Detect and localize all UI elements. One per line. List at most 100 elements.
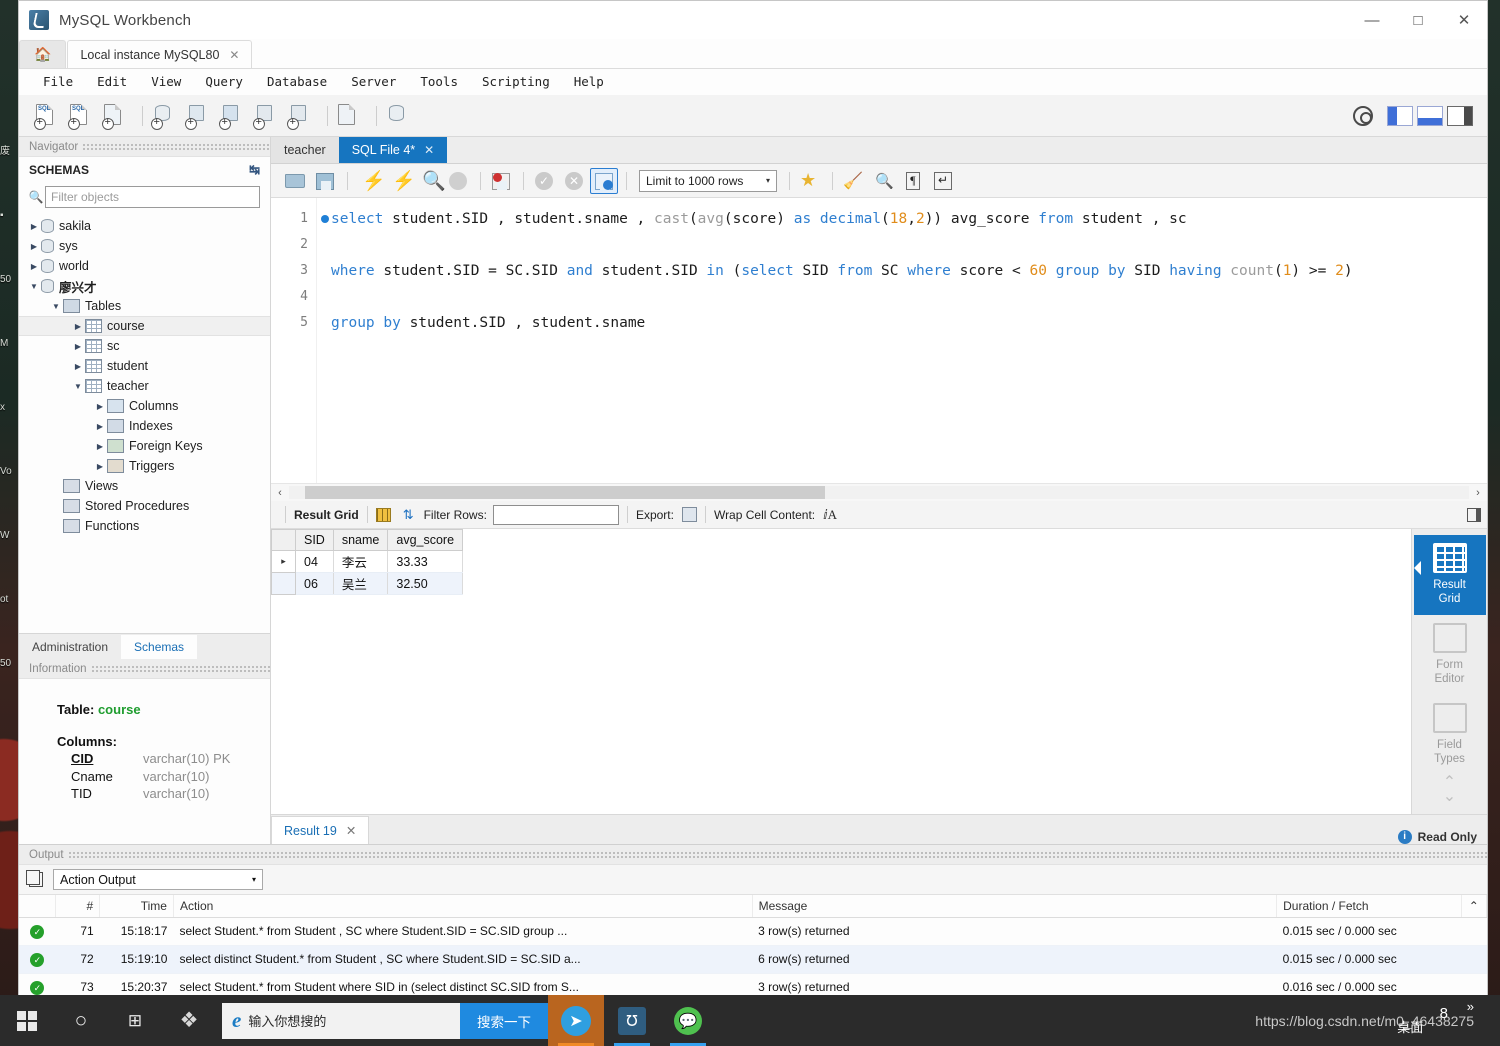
tree-item-world[interactable]: ▶ world xyxy=(19,256,270,276)
search-input[interactable]: e 输入你想搜的 xyxy=(222,1002,460,1039)
tree-item-teacher[interactable]: ▼ teacher xyxy=(19,376,270,396)
connection-tab-local-instance[interactable]: Local instance MySQL80 ✕ xyxy=(67,40,253,68)
mysql-workbench-icon[interactable]: ℧ xyxy=(604,995,660,1046)
execute-icon[interactable]: ⚡ xyxy=(354,168,386,194)
export-recordset-icon[interactable] xyxy=(681,507,697,522)
scrollbar-track[interactable] xyxy=(289,486,1469,499)
tree-item-stored-procedures[interactable]: Stored Procedures xyxy=(19,496,270,516)
close-icon[interactable]: ✕ xyxy=(229,48,239,62)
chevron-right-icon[interactable]: ▶ xyxy=(93,462,107,471)
output-column-header[interactable]: # xyxy=(55,895,101,918)
telegram-bird-icon[interactable]: ➤ xyxy=(548,995,604,1046)
filter-objects-input[interactable] xyxy=(45,186,260,208)
rail-item-result-grid[interactable]: Result Grid xyxy=(1413,535,1486,615)
result-tab-19[interactable]: Result 19 ✕ xyxy=(271,816,370,844)
search-button[interactable]: 搜索一下 xyxy=(460,1002,548,1039)
chevron-right-icon[interactable]: ▶ xyxy=(27,222,41,231)
toggle-panel-icon[interactable] xyxy=(1467,507,1481,522)
menu-tools[interactable]: Tools xyxy=(408,71,470,93)
scroll-left-icon[interactable]: ‹ xyxy=(271,487,289,499)
chevron-down-icon[interactable]: ▼ xyxy=(27,282,41,291)
chevron-down-icon[interactable]: ▼ xyxy=(49,302,63,311)
column-header-SID[interactable]: SID xyxy=(295,529,334,551)
reconnect-server-icon[interactable] xyxy=(384,102,414,130)
chevron-right-icon[interactable]: ▶ xyxy=(71,342,85,351)
find-icon[interactable]: 🔍 xyxy=(869,168,897,194)
tree-item-triggers[interactable]: ▶ Triggers xyxy=(19,456,270,476)
menu-query[interactable]: Query xyxy=(193,71,255,93)
tree-item-sys[interactable]: ▶ sys xyxy=(19,236,270,256)
tree-item-student[interactable]: ▶ student xyxy=(19,356,270,376)
table-row[interactable]: 06 吴兰 32.50 xyxy=(271,572,464,595)
table-row[interactable]: ▸ 04 李云 33.33 xyxy=(271,550,464,573)
chevron-down-icon[interactable]: ⌄ xyxy=(1443,789,1456,805)
new-schema-icon[interactable] xyxy=(150,102,180,130)
pinwheel-icon[interactable]: ❖ xyxy=(162,995,216,1046)
column-header-avg_score[interactable]: avg_score xyxy=(387,529,464,551)
filter-rows-input[interactable] xyxy=(492,504,619,525)
explain-icon[interactable]: 🔍 xyxy=(414,168,446,194)
result-grid[interactable]: SID sname avg_score ▸ 04 李云 33.33 06 吴兰 32.50 xyxy=(271,529,1411,814)
tree-item-foreign-keys[interactable]: ▶ Foreign Keys xyxy=(19,436,270,456)
beautify-icon[interactable]: 🧹 xyxy=(839,168,867,194)
desktop-label[interactable]: 桌面 xyxy=(1397,1017,1423,1036)
cell-sname[interactable]: 吴兰 xyxy=(332,572,389,595)
cell-avg_score[interactable]: 32.50 xyxy=(387,572,464,595)
close-icon[interactable]: ✕ xyxy=(424,143,434,157)
toggle-autocommit-icon[interactable] xyxy=(590,167,618,194)
execute-current-statement-icon[interactable]: ⚡ xyxy=(384,168,416,194)
chevron-right-icon[interactable]: ▶ xyxy=(71,322,85,331)
output-view-select[interactable]: Action Output ▾ xyxy=(53,869,263,890)
tree-item-course[interactable]: ▶ course xyxy=(19,316,270,336)
close-icon[interactable]: ✕ xyxy=(346,823,356,838)
chevron-right-icon[interactable]: ▶ xyxy=(93,442,107,451)
refresh-icon[interactable]: ↹ xyxy=(249,162,260,178)
output-column-header[interactable]: Duration / Fetch xyxy=(1276,895,1462,918)
tree-item-sc[interactable]: ▶ sc xyxy=(19,336,270,356)
scroll-right-icon[interactable]: › xyxy=(1469,487,1487,499)
chevron-right-icon[interactable]: ▶ xyxy=(71,362,85,371)
chevron-right-icon[interactable]: ▶ xyxy=(93,402,107,411)
menu-database[interactable]: Database xyxy=(255,71,339,93)
wrap-cell-icon[interactable]: ⅈA xyxy=(823,507,837,523)
tree-item-tables[interactable]: ▼ Tables xyxy=(19,296,270,316)
connection-info-icon[interactable] xyxy=(101,102,131,130)
show-invisible-icon[interactable]: ¶ xyxy=(899,168,927,194)
snippet-icon[interactable]: ★ xyxy=(796,168,824,194)
wechat-icon[interactable]: 💬 xyxy=(660,995,716,1046)
editor-tab-teacher[interactable]: teacher xyxy=(271,137,339,163)
windows-start-icon[interactable] xyxy=(0,995,54,1046)
cortana-circle-icon[interactable]: ○ xyxy=(54,995,108,1046)
menu-view[interactable]: View xyxy=(139,71,193,93)
output-row[interactable]: ✓ 71 15:18:17 select Student.* from Student… xyxy=(19,917,1487,946)
menu-edit[interactable]: Edit xyxy=(85,71,139,93)
wrap-lines-icon[interactable]: ↵ xyxy=(929,168,957,194)
grid-view-icon[interactable] xyxy=(375,507,391,522)
output-column-header[interactable]: Action xyxy=(173,895,753,918)
minimize-button[interactable]: — xyxy=(1349,1,1395,39)
new-view-icon[interactable] xyxy=(218,102,248,130)
save-script-icon[interactable] xyxy=(311,168,339,194)
output-column-header[interactable]: Message xyxy=(752,895,1278,918)
tree-item-indexes[interactable]: ▶ Indexes xyxy=(19,416,270,436)
home-tab[interactable]: 🏠 xyxy=(19,40,67,68)
cell-SID[interactable]: 06 xyxy=(295,572,334,595)
open-script-icon[interactable] xyxy=(281,168,309,194)
editor-tab-sql-file-4[interactable]: SQL File 4* ✕ xyxy=(338,137,448,163)
output-row[interactable]: ✓ 72 15:19:10 select distinct Student.* fro… xyxy=(19,945,1487,974)
scroll-up-icon[interactable]: ⌃ xyxy=(1461,895,1487,918)
chevron-right-icon[interactable]: » xyxy=(1467,999,1474,1014)
tree-item-views[interactable]: Views xyxy=(19,476,270,496)
tab-administration[interactable]: Administration xyxy=(19,635,121,659)
chevron-down-icon[interactable]: ▼ xyxy=(71,382,85,391)
menu-scripting[interactable]: Scripting xyxy=(470,71,562,93)
chevron-right-icon[interactable]: ▶ xyxy=(27,262,41,271)
new-table-icon[interactable] xyxy=(184,102,214,130)
scrollbar-thumb[interactable] xyxy=(305,486,825,499)
rail-item-field-types[interactable]: Field Types xyxy=(1414,695,1486,775)
tree-item-functions[interactable]: Functions xyxy=(19,516,270,536)
menu-server[interactable]: Server xyxy=(339,71,408,93)
sql-code-text[interactable]: select student.SID , student.sname , cas… xyxy=(317,198,1487,483)
toggle-secondary-sidebar-icon[interactable] xyxy=(1447,105,1473,126)
rail-spinner[interactable]: ⌃ ⌄ xyxy=(1443,775,1456,805)
